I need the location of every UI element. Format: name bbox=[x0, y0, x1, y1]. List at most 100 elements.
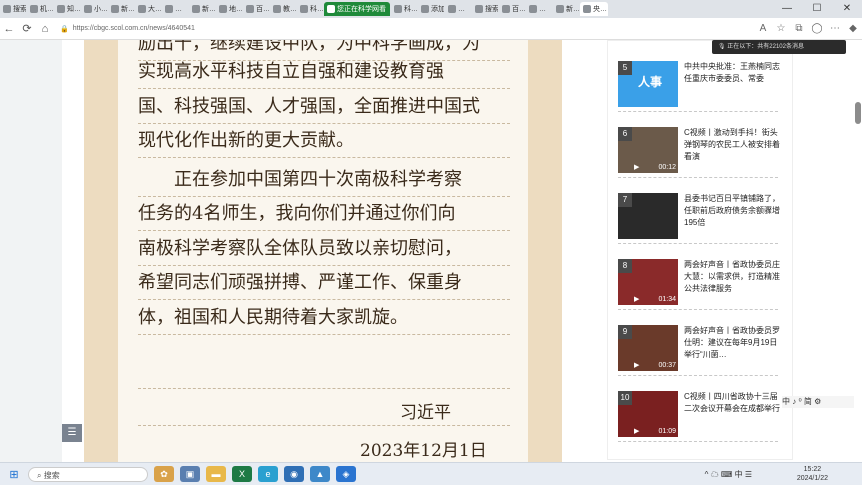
photos-icon[interactable]: ▲ bbox=[310, 466, 330, 482]
taskbar: ⊞ ⌕ 搜索 ✿ ▣ ▬ X e ◉ ▲ ◈ ^ ☁ ⌨ 中 ☰ 15:22 2… bbox=[0, 462, 862, 485]
edge-icon[interactable]: e bbox=[258, 466, 278, 482]
browser-tab[interactable]: 大… bbox=[135, 2, 161, 16]
letter-line: 实现高水平科技自立自强和建设教育强 bbox=[138, 62, 510, 89]
tab-favicon-icon bbox=[394, 5, 402, 13]
news-title[interactable]: C视频丨激动到手抖！街头弹钢琴的农民工人被安排着看演 bbox=[684, 127, 780, 167]
file-explorer-icon[interactable]: ▬ bbox=[206, 466, 226, 482]
video-duration: 01:09 bbox=[658, 428, 676, 435]
tab-label: 科… bbox=[310, 6, 323, 13]
ime-toolbar[interactable]: 中 ♪ ⁰ 简 ⚙ bbox=[782, 396, 862, 408]
collections-icon[interactable]: ⧉ bbox=[790, 23, 808, 34]
store-icon[interactable]: ◈ bbox=[336, 466, 356, 482]
news-item[interactable]: 6 00:12 ▶ C视频丨激动到手抖！街头弹钢琴的农民工人被安排着看演 bbox=[618, 121, 780, 178]
tab-favicon-icon bbox=[246, 5, 254, 13]
browser-tab[interactable]: 地… bbox=[216, 2, 242, 16]
news-item[interactable]: 5 人事 中共中央批准：王燕楠同志任重庆市委委员、常委 bbox=[618, 55, 780, 112]
letter-line: 南极科学考察队全体队员致以亲切慰问， bbox=[138, 239, 510, 266]
clock[interactable]: 15:22 2024/1/22 bbox=[797, 465, 828, 483]
browser-tab[interactable]: 知… bbox=[54, 2, 80, 16]
browser-tab[interactable]: 您正在科学网看 bbox=[324, 2, 390, 16]
notice-text: 正在以下：共有22102条消息 bbox=[727, 44, 804, 50]
more-icon[interactable]: ⋯ bbox=[826, 23, 844, 34]
minimize-button[interactable]: — bbox=[772, 0, 802, 18]
play-icon: ▶ bbox=[634, 428, 640, 435]
browser-tab[interactable]: 搜索… bbox=[472, 2, 498, 16]
news-thumbnail[interactable]: 9 00:37 ▶ bbox=[618, 325, 678, 371]
close-button[interactable]: ✕ bbox=[832, 0, 862, 18]
news-thumbnail[interactable]: 6 00:12 ▶ bbox=[618, 127, 678, 173]
widgets-icon[interactable]: ✿ bbox=[154, 466, 174, 482]
refresh-icon[interactable]: ⟳ bbox=[18, 22, 36, 35]
browser-tab[interactable]: 百… bbox=[243, 2, 269, 16]
windows-start-icon[interactable]: ⊞ bbox=[0, 468, 28, 481]
letter-line: 正在参加中国第四十次南极科学考察 bbox=[138, 170, 510, 197]
system-tray-icons[interactable]: ^ ☁ ⌨ 中 ☰ bbox=[705, 469, 752, 480]
news-item[interactable]: 7 县委书记百日平镇铺路了，任职前后政府债务余额骤增195倍 bbox=[618, 187, 780, 244]
taskbar-search[interactable]: ⌕ 搜索 bbox=[28, 466, 148, 482]
rank-badge: 9 bbox=[618, 325, 632, 339]
browser-tab[interactable]: 搜索 bbox=[0, 2, 26, 16]
letter-line: 任务的4名师生，我向你们并通过你们向 bbox=[138, 204, 510, 231]
tab-favicon-icon bbox=[448, 5, 456, 13]
news-thumbnail[interactable]: 8 01:34 ▶ bbox=[618, 259, 678, 305]
news-thumbnail[interactable]: 7 bbox=[618, 193, 678, 239]
notification-bar: 🎙 正在以下：共有22102条消息 bbox=[712, 40, 846, 54]
news-title[interactable]: 中共中央批准：王燕楠同志任重庆市委委员、常委 bbox=[684, 61, 780, 101]
tab-favicon-icon bbox=[57, 5, 65, 13]
maximize-button[interactable]: ☐ bbox=[802, 0, 832, 18]
news-title[interactable]: C视频丨四川省政协十三届二次会议开幕会在成都举行 bbox=[684, 391, 780, 431]
browser-tab[interactable]: 添加… bbox=[418, 2, 444, 16]
mic-icon: 🎙 bbox=[718, 44, 728, 50]
app-icon[interactable]: ◉ bbox=[284, 466, 304, 482]
news-thumbnail[interactable]: 5 人事 bbox=[618, 61, 678, 107]
browser-tab[interactable]: 央… bbox=[580, 2, 608, 16]
news-title[interactable]: 两会好声音丨省政协委员庄大慧：以需求供，打造精准公共法律服务 bbox=[684, 259, 780, 299]
read-aloud-icon[interactable]: A bbox=[754, 23, 772, 34]
rank-badge: 8 bbox=[618, 259, 632, 273]
browser-tab[interactable]: 小… bbox=[81, 2, 107, 16]
list-icon[interactable]: ☰ bbox=[62, 424, 82, 442]
letter-line: 现代化作出新的更大贡献。 bbox=[138, 131, 510, 158]
browser-tab[interactable]: … bbox=[526, 2, 552, 16]
home-icon[interactable]: ⌂ bbox=[36, 23, 54, 35]
browser-tab[interactable]: … bbox=[162, 2, 188, 16]
news-item[interactable]: 10 01:09 ▶ C视频丨四川省政协十三届二次会议开幕会在成都举行 bbox=[618, 385, 780, 442]
letter-line: 国、科技强国、人才强国，全面推进中国式 bbox=[138, 97, 510, 124]
letter-line: 希望同志们顽强拼搏、严谨工作、保重身 bbox=[138, 273, 510, 300]
signature: 习近平 bbox=[400, 403, 451, 423]
tab-bar: 搜索 机… 知… 小… 新… 大… … 新… 地… 百… 教… 科… 您正在科学网看 科… 添加… … 搜索… 百… bbox=[0, 0, 862, 18]
copilot-icon[interactable]: ◆ bbox=[844, 23, 862, 34]
profile-icon[interactable]: ◯ bbox=[808, 23, 826, 34]
video-duration: 00:12 bbox=[658, 164, 676, 171]
task-view-icon[interactable]: ▣ bbox=[180, 466, 200, 482]
browser-tab[interactable]: 百… bbox=[499, 2, 525, 16]
browser-tab[interactable]: 新… bbox=[553, 2, 579, 16]
browser-tab[interactable]: 新… bbox=[189, 2, 215, 16]
news-thumbnail[interactable]: 10 01:09 ▶ bbox=[618, 391, 678, 437]
news-item[interactable]: 9 00:37 ▶ 两会好声音丨省政协委员罗仕明：建议在每年9月19日举行“川菌… bbox=[618, 319, 780, 376]
browser-tab[interactable]: … bbox=[445, 2, 471, 16]
scrollbar-thumb[interactable] bbox=[855, 102, 861, 124]
tab-favicon-icon bbox=[300, 5, 308, 13]
news-item[interactable]: 8 01:34 ▶ 两会好声音丨省政协委员庄大慧：以需求供，打造精准公共法律服务 bbox=[618, 253, 780, 310]
url-field[interactable]: 🔒 https://cbgc.scol.com.cn/news/4640541 bbox=[60, 25, 754, 33]
browser-tab[interactable]: 新… bbox=[108, 2, 134, 16]
tab-label: … bbox=[458, 5, 465, 13]
browser-tab[interactable]: 科… bbox=[297, 2, 323, 16]
favorite-icon[interactable]: ☆ bbox=[772, 23, 790, 34]
tab-label: … bbox=[539, 5, 546, 13]
tab-label: 新… bbox=[566, 6, 579, 13]
tab-favicon-icon bbox=[84, 5, 92, 13]
browser-tab[interactable]: 科… bbox=[391, 2, 417, 16]
news-ranking-list: 5 人事 中共中央批准：王燕楠同志任重庆市委委员、常委 6 00:12 ▶ C视频丨激动到手… bbox=[607, 40, 793, 460]
tab-favicon-icon bbox=[556, 5, 564, 13]
news-title[interactable]: 县委书记百日平镇铺路了，任职前后政府债务余额骤增195倍 bbox=[684, 193, 780, 233]
clock-date: 2024/1/22 bbox=[796, 475, 828, 482]
back-icon[interactable]: ← bbox=[0, 23, 18, 35]
news-title[interactable]: 两会好声音丨省政协委员罗仕明：建议在每年9月19日举行“川菌… bbox=[684, 325, 780, 365]
browser-tab[interactable]: 机… bbox=[27, 2, 53, 16]
browser-tab[interactable]: 教… bbox=[270, 2, 296, 16]
excel-icon[interactable]: X bbox=[232, 466, 252, 482]
tab-label: 百… bbox=[256, 6, 269, 13]
page-content: 励出十，继续建设中队，为中科学画成，为 实现高水平科技自立自强和建设教育强 国、科技… bbox=[62, 40, 854, 462]
